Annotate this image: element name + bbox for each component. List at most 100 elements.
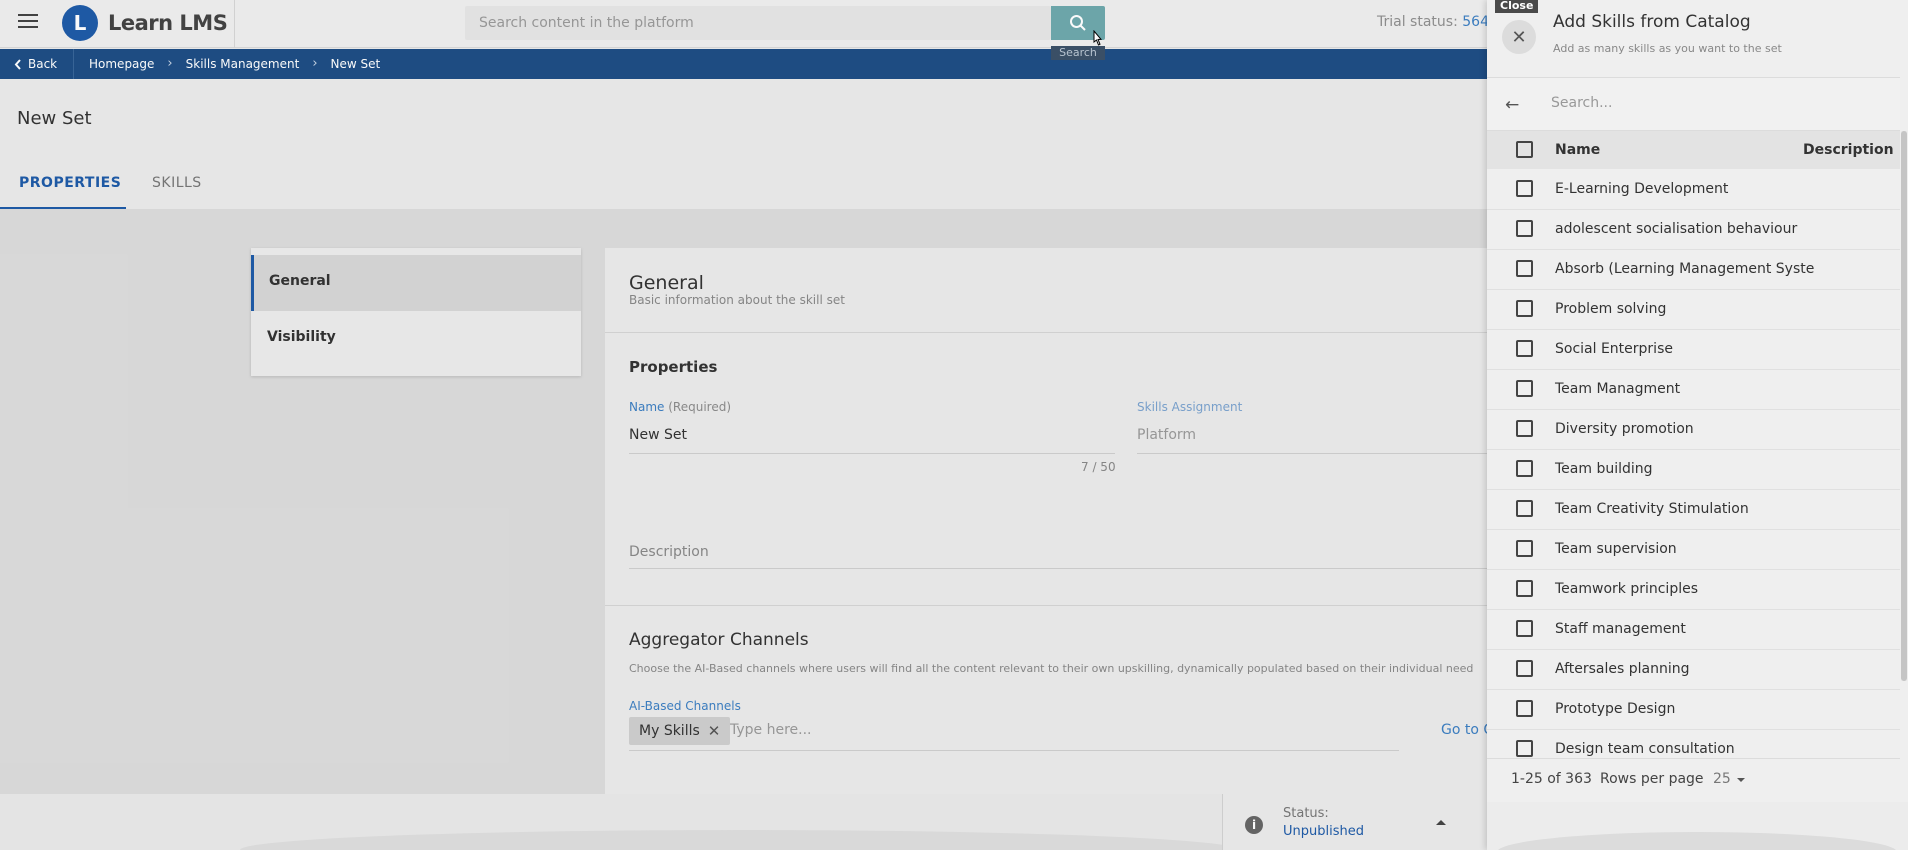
remove-chip-icon[interactable]: ✕ [708, 722, 721, 740]
table-row[interactable]: Prototype Design [1487, 690, 1900, 730]
close-tooltip: Close [1495, 0, 1539, 13]
row-checkbox[interactable] [1516, 340, 1533, 357]
table-row[interactable]: Staff management [1487, 610, 1900, 650]
section-nav: General Visibility [251, 248, 581, 376]
close-button[interactable]: ✕ [1502, 20, 1536, 54]
row-name: Team Creativity Stimulation [1555, 501, 1749, 517]
table-row[interactable]: Absorb (Learning Management Syste [1487, 250, 1900, 290]
panel-title: Add Skills from Catalog [1553, 12, 1751, 32]
description-field[interactable]: Description [629, 544, 709, 560]
select-all-checkbox[interactable] [1516, 141, 1533, 158]
close-icon: ✕ [1511, 26, 1527, 48]
table-row[interactable]: E-Learning Development [1487, 170, 1900, 210]
aggregator-title: Aggregator Channels [629, 630, 809, 650]
row-name: Absorb (Learning Management Syste [1555, 261, 1815, 277]
chevron-right-icon: › [167, 56, 173, 71]
divider [605, 605, 1505, 606]
back-label: Back [28, 57, 58, 71]
nav-item-visibility[interactable]: Visibility [251, 311, 581, 367]
logo-divider [234, 0, 235, 48]
row-checkbox[interactable] [1516, 380, 1533, 397]
row-name: Social Enterprise [1555, 341, 1673, 357]
chevron-left-icon [14, 58, 21, 70]
back-button[interactable]: Back [14, 57, 57, 71]
channel-chip: My Skills ✕ [629, 717, 731, 745]
row-checkbox[interactable] [1516, 180, 1533, 197]
row-name: Design team consultation [1555, 741, 1735, 757]
table-row[interactable]: Team Creativity Stimulation [1487, 490, 1900, 530]
table-row[interactable]: Diversity promotion [1487, 410, 1900, 450]
app-logo[interactable]: L Learn LMS [62, 5, 228, 41]
scrollbar-thumb[interactable] [1901, 131, 1907, 681]
name-label-text: Name [629, 400, 665, 414]
menu-icon[interactable] [18, 14, 38, 32]
name-input[interactable]: New Set [629, 427, 687, 443]
panel-search-input[interactable]: Search... [1551, 95, 1612, 111]
caret-down-icon[interactable] [1737, 778, 1745, 782]
nav-item-general[interactable]: General [251, 255, 581, 311]
caret-up-icon[interactable] [1436, 820, 1446, 825]
row-name: Prototype Design [1555, 701, 1676, 717]
tab-skills[interactable]: SKILLS [152, 165, 202, 209]
table-row[interactable]: Team Managment [1487, 370, 1900, 410]
chevron-right-icon: › [312, 56, 318, 71]
table-row[interactable]: Design team consultation [1487, 730, 1900, 758]
row-name: Staff management [1555, 621, 1686, 637]
properties-title: Properties [629, 358, 718, 376]
table-row[interactable]: Social Enterprise [1487, 330, 1900, 370]
arrow-left-icon[interactable]: ← [1505, 95, 1519, 115]
row-checkbox[interactable] [1516, 580, 1533, 597]
row-checkbox[interactable] [1516, 260, 1533, 277]
required-marker: (Required) [668, 400, 732, 414]
breadcrumb-homepage[interactable]: Homepage [89, 57, 154, 71]
search-tooltip: Search [1051, 46, 1105, 60]
rows-per-page-select[interactable]: 25 [1713, 771, 1731, 787]
aggregator-description: Choose the AI-Based channels where users… [629, 662, 1474, 675]
bottom-shape [1497, 832, 1897, 850]
panel-subtitle: Add as many skills as you want to the se… [1553, 42, 1782, 55]
page-title: New Set [17, 108, 92, 129]
table-row[interactable]: Team supervision [1487, 530, 1900, 570]
table-row[interactable]: Team building [1487, 450, 1900, 490]
row-checkbox[interactable] [1516, 540, 1533, 557]
info-icon[interactable]: i [1245, 816, 1263, 834]
add-skills-panel: Close ✕ Add Skills from Catalog Add as m… [1487, 0, 1908, 850]
row-name: Diversity promotion [1555, 421, 1694, 437]
breadcrumb-divider [73, 49, 74, 79]
table-row[interactable]: Teamwork principles [1487, 570, 1900, 610]
table-row[interactable]: Aftersales planning [1487, 650, 1900, 690]
status-value[interactable]: Unpublished [1283, 824, 1364, 839]
row-checkbox[interactable] [1516, 740, 1533, 757]
row-checkbox[interactable] [1516, 220, 1533, 237]
row-checkbox[interactable] [1516, 300, 1533, 317]
breadcrumb-skills-management[interactable]: Skills Management [186, 57, 300, 71]
row-checkbox[interactable] [1516, 620, 1533, 637]
row-name: Team building [1555, 461, 1653, 477]
row-checkbox[interactable] [1516, 660, 1533, 677]
trial-label: Trial status: [1377, 14, 1458, 30]
app-name: Learn LMS [108, 11, 228, 35]
row-checkbox[interactable] [1516, 460, 1533, 477]
panel-search-bar: ← Search... [1487, 77, 1900, 131]
skills-assignment-field: Platform [1137, 427, 1197, 443]
row-checkbox[interactable] [1516, 420, 1533, 437]
pagination-range: 1-25 of 363 [1511, 771, 1592, 787]
table-row[interactable]: adolescent socialisation behaviour [1487, 210, 1900, 250]
panel-scrollbar[interactable] [1901, 131, 1907, 681]
column-name[interactable]: Name [1555, 142, 1600, 158]
section-subtitle: Basic information about the skill set [629, 293, 845, 307]
row-name: adolescent socialisation behaviour [1555, 221, 1798, 237]
tab-properties[interactable]: PROPERTIES [0, 165, 126, 209]
pagination: 1-25 of 363 Rows per page 25 [1487, 758, 1900, 802]
row-name: Teamwork principles [1555, 581, 1699, 597]
table-row[interactable]: Problem solving [1487, 290, 1900, 330]
row-name: E-Learning Development [1555, 181, 1729, 197]
trial-status: Trial status: 564 d [1377, 14, 1502, 30]
row-checkbox[interactable] [1516, 500, 1533, 517]
name-char-count: 7 / 50 [1081, 460, 1116, 474]
ai-channels-input[interactable]: Type here... [730, 722, 812, 738]
column-description[interactable]: Description [1803, 142, 1894, 158]
search-input[interactable]: Search content in the platform [465, 6, 1051, 40]
row-checkbox[interactable] [1516, 700, 1533, 717]
go-to-link[interactable]: Go to C [1441, 722, 1493, 738]
